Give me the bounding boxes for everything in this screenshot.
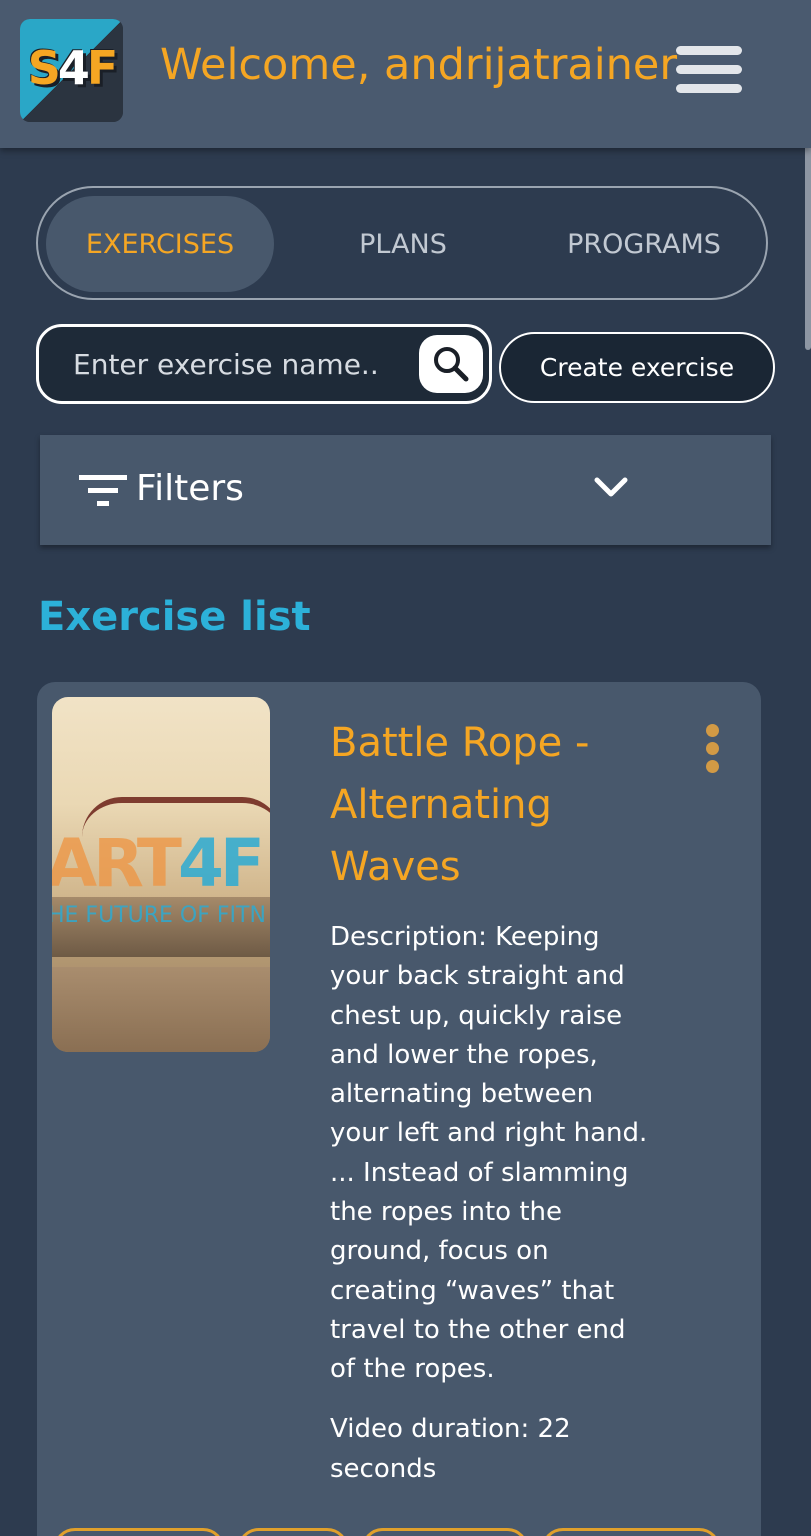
exercise-title: Battle Rope - Alternating Waves	[330, 720, 590, 890]
menu-icon-bar	[676, 46, 742, 55]
exercise-list-title: Exercise list	[38, 594, 311, 640]
tab-exercises[interactable]: EXERCISES	[46, 196, 274, 292]
create-exercise-button[interactable]: Create exercise	[499, 332, 775, 403]
app-logo[interactable]: S4F	[20, 19, 123, 122]
exercise-video-thumbnail[interactable]: ART4F HE FUTURE OF FITN	[52, 697, 270, 1052]
more-icon-dot	[706, 760, 719, 773]
section-tabs: EXERCISES PLANS PROGRAMS	[36, 186, 768, 300]
more-options-button[interactable]	[703, 724, 723, 774]
thumbnail-watermark: ART4F	[52, 825, 265, 902]
exercise-search-input[interactable]	[73, 345, 413, 383]
hamburger-menu-button[interactable]	[676, 46, 744, 94]
search-box	[36, 324, 492, 404]
filters-panel-toggle[interactable]: Filters	[40, 435, 771, 545]
search-button[interactable]	[419, 335, 483, 393]
exercise-description: Description: Keeping your back straight …	[330, 922, 648, 1385]
menu-icon-bar	[676, 65, 742, 74]
more-icon-dot	[706, 724, 719, 737]
exercise-card[interactable]: ART4F HE FUTURE OF FITN Battle Rope - Al…	[37, 682, 761, 1536]
tab-plans[interactable]: PLANS	[296, 196, 510, 292]
search-icon	[434, 347, 469, 382]
welcome-message: Welcome, andrijatrainer	[160, 40, 678, 90]
tab-programs[interactable]: PROGRAMS	[536, 196, 752, 292]
tag-chip[interactable]	[53, 1528, 225, 1536]
app-header: S4F Welcome, andrijatrainer	[0, 0, 811, 148]
exercise-duration: Video duration: 22 seconds	[330, 1414, 571, 1484]
more-icon-dot	[706, 742, 719, 755]
filters-label: Filters	[136, 468, 244, 509]
thumbnail-tagline: HE FUTURE OF FITN	[52, 903, 266, 928]
tag-chip[interactable]	[237, 1528, 349, 1536]
tag-chip[interactable]	[361, 1528, 529, 1536]
logo-text: S4F	[27, 41, 119, 95]
tag-chip[interactable]	[541, 1528, 721, 1536]
menu-icon-bar	[676, 84, 742, 93]
filter-icon	[79, 475, 127, 506]
chevron-down-icon	[594, 477, 628, 497]
